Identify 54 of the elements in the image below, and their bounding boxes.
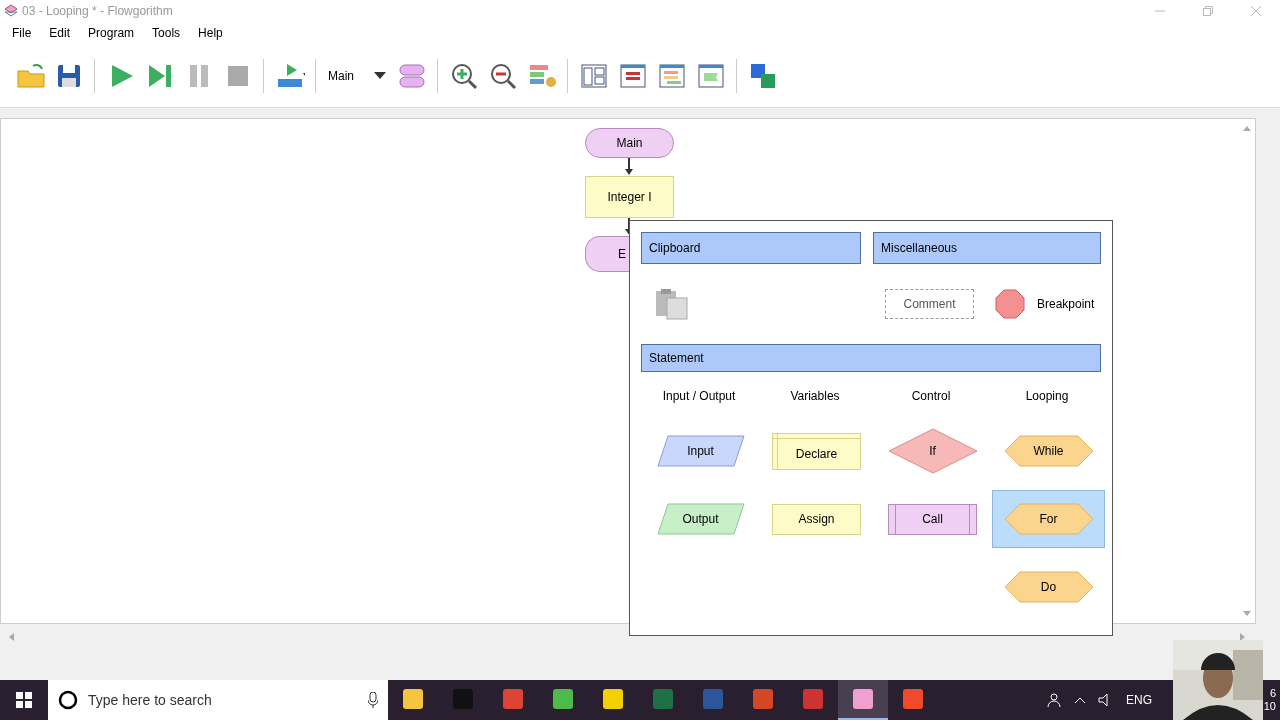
search-field[interactable]: Type here to search [48,680,388,720]
microphone-icon [368,692,378,708]
windows-icon [16,692,32,708]
app-icon [802,688,824,710]
column-title: Looping [1025,389,1069,403]
clipboard-icon [655,288,689,320]
scroll-right-icon[interactable] [1240,633,1246,641]
section-header: Miscellaneous [873,232,1101,264]
app-icon [852,688,874,710]
breakpoint-label: Breakpoint [1037,297,1095,311]
call-block[interactable]: Call [888,503,977,535]
app-icon [502,688,524,710]
window-title: 03 - Looping * - Flowgorithm [22,4,173,18]
column-title: Variables [790,389,840,403]
clock[interactable]: 6 10 [1260,687,1276,713]
comment-block[interactable]: Comment [885,289,974,319]
octagon-icon[interactable] [995,289,1025,319]
column-title: Control [911,389,951,403]
app-icon [402,688,424,710]
taskbar-app[interactable] [838,680,888,720]
section-header: Statement [641,344,1101,372]
column-title: Input / Output [662,389,736,403]
app-icon [602,688,624,710]
app-icon [752,688,774,710]
terminal-node[interactable]: E [585,236,630,272]
declare-block[interactable]: Declare [772,432,861,470]
app-icon [452,688,474,710]
declare-node[interactable]: Integer I [585,176,674,218]
app-icon [4,4,18,18]
chevron-up-icon[interactable] [1074,696,1086,704]
connector-arrow [624,158,634,176]
scroll-down-icon[interactable] [1243,611,1251,617]
menu-item[interactable]: Tools [146,26,193,40]
app-icon [652,688,674,710]
cortana-icon [58,690,78,710]
language-indicator[interactable]: ENG [1126,693,1152,707]
menu-item[interactable]: Program [82,26,147,40]
menu-item[interactable]: File [6,26,44,40]
section-header: Clipboard [641,232,861,264]
app-icon [552,688,574,710]
if-block[interactable]: If [887,428,978,474]
terminal-node[interactable]: Main [585,128,674,158]
scroll-left-icon[interactable] [8,633,14,641]
app-icon [702,688,724,710]
people-icon[interactable] [1046,692,1062,708]
assign-block[interactable]: Assign [772,503,861,535]
caret-icon [374,71,386,80]
function-dropdown[interactable]: Main [322,60,392,91]
menu-item[interactable]: Edit [43,26,83,40]
scroll-up-icon[interactable] [1243,125,1251,131]
close-icon [1251,6,1261,16]
restore-icon [1203,6,1213,16]
app-icon [902,688,924,710]
menu-item[interactable]: Help [192,26,235,40]
